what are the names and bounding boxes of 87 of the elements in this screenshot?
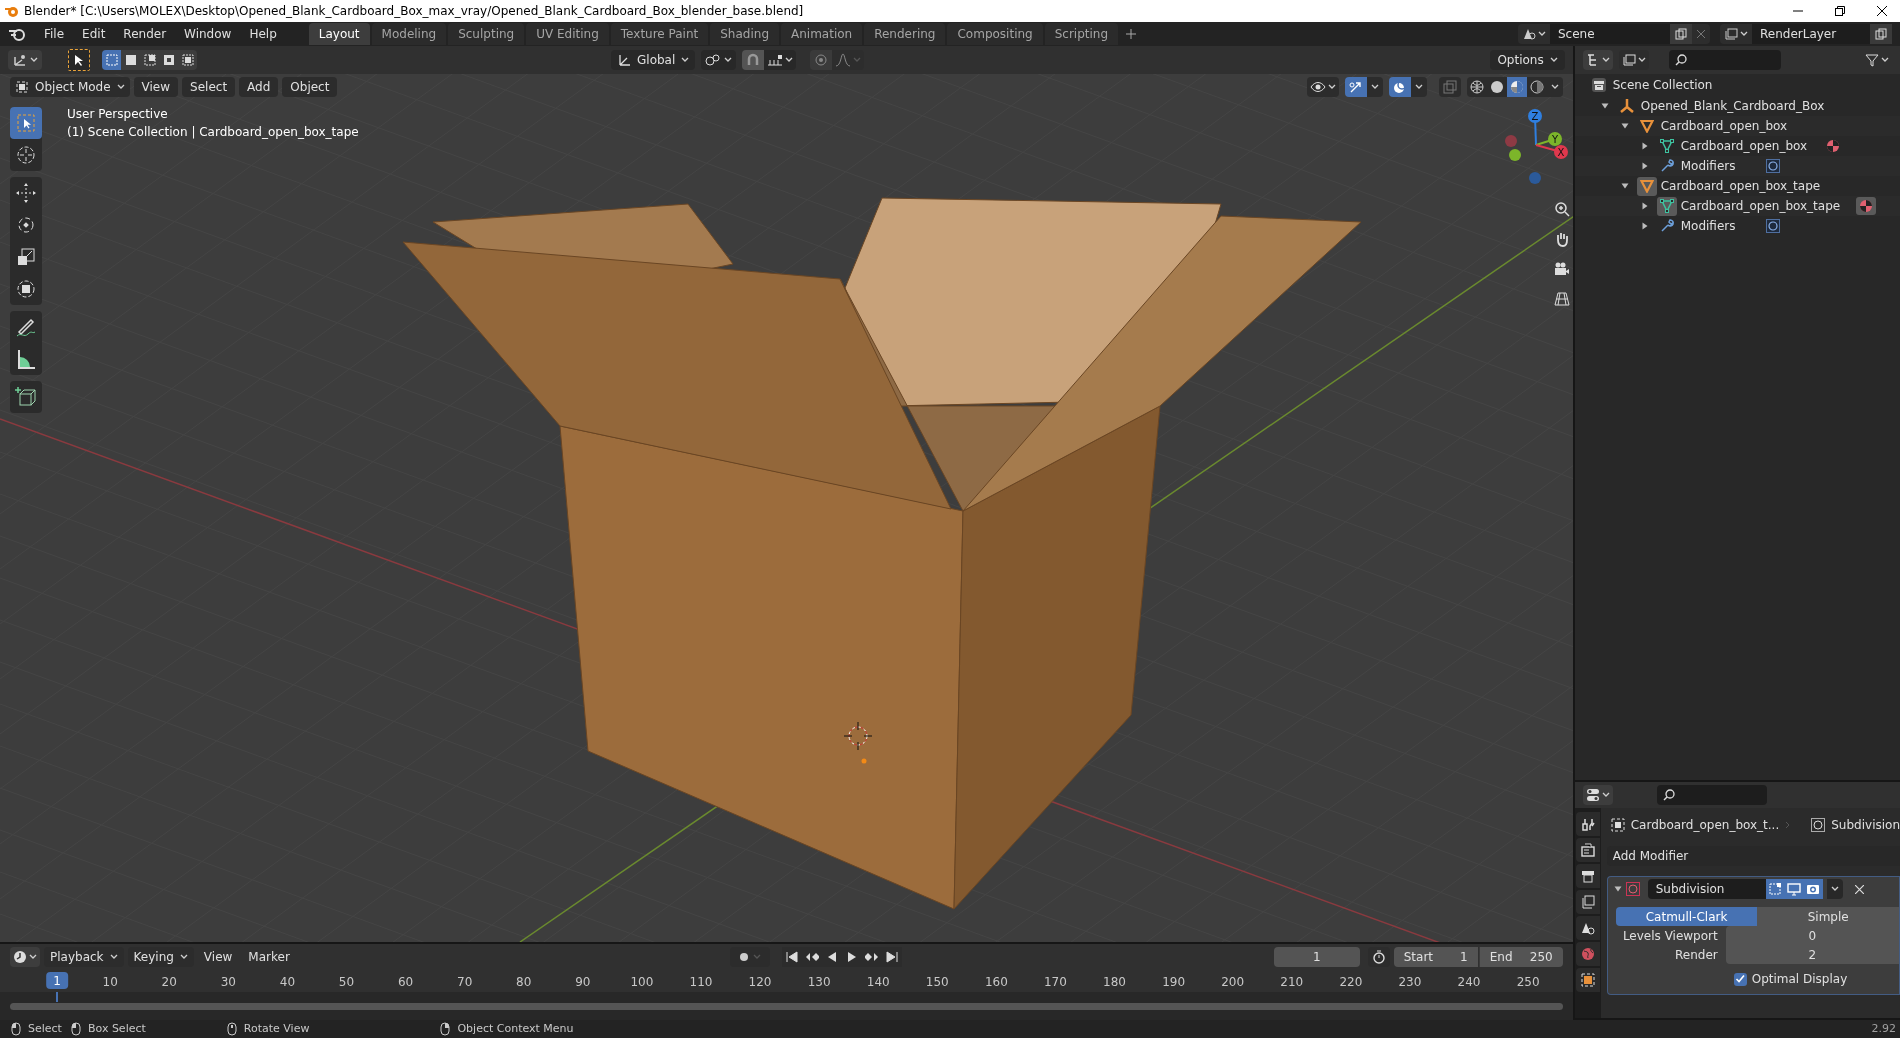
orientation-dropdown[interactable]: Global <box>611 50 696 70</box>
menu-item[interactable]: Add <box>239 77 279 97</box>
outliner-item-label: Cardboard_open_box <box>1660 118 1788 135</box>
frame-number: 210 <box>1280 974 1304 991</box>
outliner-item-label: Modifiers <box>1680 218 1736 235</box>
menu-item[interactable]: Edit <box>74 25 114 43</box>
axis-label: X <box>1557 147 1565 158</box>
view-layer-field[interactable]: RenderLayer <box>1752 24 1870 44</box>
menu-item[interactable]: View <box>133 77 179 97</box>
menu-item[interactable]: Object <box>282 77 338 97</box>
frame-number: 170 <box>1044 974 1067 991</box>
workspace-tab[interactable]: Modeling <box>371 23 447 45</box>
active-collection-label: (1) Scene Collection | Cardboard_open_box_tape <box>67 124 359 140</box>
start-frame-field[interactable]: Start 1 <box>1393 947 1478 967</box>
axis-label: Y <box>1551 134 1559 145</box>
status-hint: Box Select <box>87 1020 146 1037</box>
number-field[interactable]: 2 <box>1725 945 1899 964</box>
status-hint: Rotate View <box>243 1020 310 1037</box>
mode-dropdown[interactable]: Object Mode <box>10 77 130 97</box>
frame-number: 190 <box>1162 974 1186 991</box>
frame-number: 110 <box>689 974 713 991</box>
frame-number: 200 <box>1221 974 1245 991</box>
workspace-tab[interactable]: Layout <box>308 23 370 45</box>
outliner-item-label: Cardboard_open_box <box>1680 138 1808 155</box>
playhead-frame-badge[interactable]: 1 <box>46 972 68 989</box>
workspace-tab[interactable]: Compositing <box>947 23 1043 45</box>
version-label: 2.92 <box>1871 1020 1896 1037</box>
frame-number: 250 <box>1516 974 1540 991</box>
menu-item[interactable]: Help <box>241 25 285 43</box>
workspace-tab[interactable]: Shading <box>710 23 779 45</box>
outliner-item-label: Cardboard_open_box_tape <box>1680 198 1841 215</box>
menu-dropdown[interactable]: Keying <box>127 947 194 967</box>
frame-number: 130 <box>807 974 831 991</box>
workspace-tab[interactable]: UV Editing <box>526 23 609 45</box>
workspace-tab[interactable]: Animation <box>781 23 863 45</box>
frame-number: 120 <box>748 974 772 991</box>
outliner-item-label: Cardboard_open_box_tape <box>1660 178 1821 195</box>
outliner-item-label: Modifiers <box>1680 158 1736 175</box>
frame-number: 20 <box>161 974 177 991</box>
workspace-tab[interactable]: Rendering <box>864 23 946 45</box>
breadcrumb-label: Subdivision <box>1831 817 1900 834</box>
frame-number: 60 <box>397 974 414 991</box>
status-hint: Object Context Menu <box>457 1020 574 1037</box>
workspace-tab[interactable]: Sculpting <box>448 23 525 45</box>
axis-label: Z <box>1531 111 1539 122</box>
frame-number: 70 <box>457 974 473 991</box>
status-hint: Select <box>28 1020 62 1037</box>
window-title: Blender* [C:\Users\MOLEX\Desktop\Opened_Blank_Cardboard_Box_max_vray/Opened_Blank_Cardboard_Box_blender_base.blend] <box>24 3 804 20</box>
checkbox-label: Optimal Display <box>1751 971 1848 988</box>
outliner-root-label: Scene Collection <box>1612 77 1713 94</box>
menu-item[interactable]: Window <box>176 25 240 43</box>
frame-number: 40 <box>279 974 296 991</box>
field-label: Levels Viewport <box>1621 927 1719 945</box>
menu-item[interactable]: File <box>36 25 73 43</box>
current-frame-field[interactable]: 1 <box>1273 947 1360 967</box>
frame-number: 90 <box>575 974 591 991</box>
frame-number: 160 <box>984 974 1008 991</box>
menu-dropdown[interactable]: Playback <box>44 947 124 967</box>
number-field[interactable]: 0 <box>1725 926 1899 945</box>
breadcrumb-label: Cardboard_open_box_t... <box>1630 817 1780 834</box>
options-dropdown[interactable]: Options <box>1490 50 1565 70</box>
viewport-perspective-label: User Perspective <box>67 106 169 122</box>
frame-number: 180 <box>1103 974 1126 991</box>
menu-item[interactable]: View <box>197 947 239 967</box>
frame-number: 240 <box>1457 974 1481 991</box>
workspace-tab[interactable]: Scripting <box>1044 23 1119 45</box>
frame-number: 230 <box>1398 974 1422 991</box>
frame-number: 80 <box>516 974 532 991</box>
field-label: Render <box>1674 946 1719 964</box>
menu-item[interactable]: Render <box>115 25 175 43</box>
frame-number: 140 <box>866 974 890 991</box>
frame-number: 50 <box>338 974 355 991</box>
outliner-item-label: Opened_Blank_Cardboard_Box <box>1640 98 1825 115</box>
frame-number: 150 <box>925 974 949 991</box>
frame-number: 100 <box>630 974 654 991</box>
modifier-name-field[interactable]: Subdivision <box>1647 879 1766 899</box>
menu-item[interactable]: Select <box>182 77 236 97</box>
subdivision-type-tab[interactable]: Catmull-Clark <box>1615 907 1758 926</box>
subdivision-type-tab[interactable]: Simple <box>1757 907 1899 926</box>
frame-number: 10 <box>102 974 118 991</box>
end-frame-field[interactable]: End 250 <box>1478 947 1563 967</box>
menu-item[interactable]: Marker <box>242 947 296 967</box>
scene-field[interactable]: Scene <box>1550 24 1670 44</box>
frame-number: 220 <box>1339 974 1363 991</box>
3d-viewport[interactable]: Object Mode View Select Add Object User Perspective (1) Scene Collection | Cardboard_open_box_tape Z Y X <box>0 74 1573 942</box>
workspace-tab[interactable]: Texture Paint <box>610 23 709 45</box>
frame-number: 30 <box>220 974 236 991</box>
